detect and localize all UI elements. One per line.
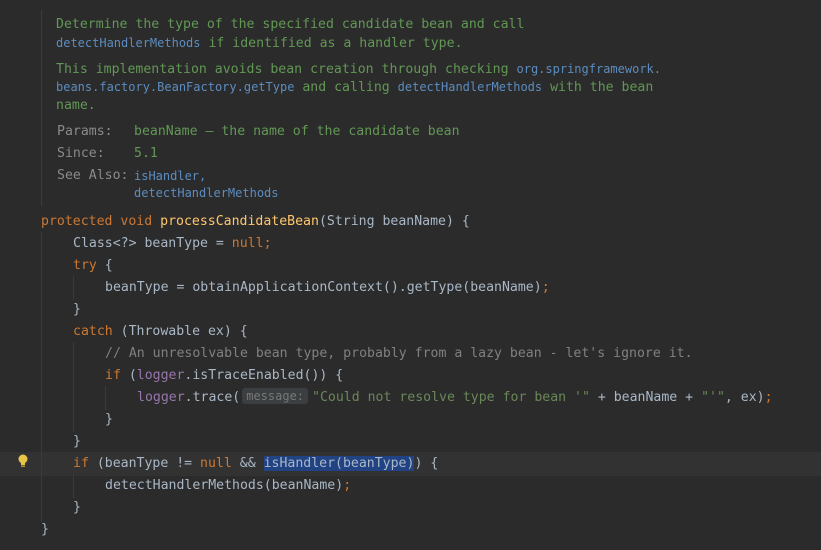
code-line[interactable]: } [73,299,81,321]
indent-guide [73,276,74,300]
code-text: && [231,456,264,471]
code-text: { [96,258,113,273]
indent-guide [73,474,74,498]
code-text: , ex) [724,390,765,405]
see-also-label: See Also: [57,168,129,183]
javadoc-block: Determine the type of the specified cand… [41,10,821,206]
semicolon: ; [343,478,352,493]
code-text: .isTraceEnabled()) { [184,368,344,383]
indent-guide [41,232,42,522]
code-line[interactable]: } [73,497,81,519]
code-text: + beanName + [589,390,702,405]
field: logger [136,368,185,383]
javadoc-line: detectHandlerMethods if identified as a … [56,36,463,51]
keyword: null [200,456,232,471]
keyword: catch [73,324,113,339]
javadoc-line: beans.factory.BeanFactory.getType and ca… [56,80,653,95]
semicolon: ; [541,280,550,295]
see-also-link-ishandler[interactable]: isHandler, [134,169,206,183]
string-literal: "'" [701,390,725,405]
code-line[interactable]: } [73,431,81,453]
code-text: (beanType != [88,456,201,471]
javadoc-line: This implementation avoids bean creation… [56,62,661,77]
method-name: processCandidateBean [160,214,319,229]
code-line[interactable]: catch (Throwable ex) { [73,321,248,343]
code-line[interactable]: try { [73,255,113,277]
lightbulb-icon[interactable] [18,454,28,467]
javadoc-link[interactable]: beans.factory.BeanFactory.getType [56,80,294,94]
since-label: Since: [57,146,105,161]
code-text: ( [120,368,137,383]
keyword: if [73,456,89,471]
code-text: beanType = obtainApplicationContext().ge… [105,280,542,295]
semicolon: ; [764,390,773,405]
keyword: try [73,258,97,273]
javadoc-line: Determine the type of the specified cand… [56,17,525,32]
semicolon: ; [263,236,272,251]
code-line[interactable]: logger.trace(message: "Could not resolve … [137,387,773,409]
parameter-hint: message: [242,388,309,404]
see-also-link-detecthandlermethods[interactable]: detectHandlerMethods [134,186,279,200]
code-line[interactable]: detectHandlerMethods(beanName); [105,475,351,497]
indent-guide [105,386,106,410]
params-label: Params: [57,124,113,139]
javadoc-line: name. [56,98,96,113]
keyword: if [105,368,121,383]
code-line-method-signature[interactable]: protected void processCandidateBean(Stri… [41,211,470,233]
code-line[interactable]: Class<?> beanType = null; [73,233,272,255]
keyword: void [120,214,153,229]
code-text: (String beanName) { [318,214,470,229]
code-line[interactable]: beanType = obtainApplicationContext().ge… [105,277,550,299]
javadoc-link[interactable]: detectHandlerMethods [56,36,201,50]
code-line[interactable]: if (logger.isTraceEnabled()) { [105,365,343,387]
params-value: beanName – the name of the candidate bea… [134,124,460,139]
code-line[interactable]: } [41,519,49,541]
selected-text[interactable]: isHandler(beanType) [263,456,415,471]
javadoc-text: and calling [294,80,398,95]
code-text: ) { [414,456,439,471]
javadoc-text: with the bean [542,80,654,95]
javadoc-link[interactable]: org.springframework. [517,62,662,76]
keyword: protected [41,214,113,229]
javadoc-text: This implementation avoids bean creation… [56,62,517,77]
field: logger [137,390,185,405]
code-text: (Throwable ex) { [112,324,248,339]
since-value: 5.1 [134,146,158,161]
code-text: .trace( [184,390,241,405]
string-literal: "Could not resolve type for bean '" [312,390,590,405]
keyword: null [231,236,264,251]
indent-guide [73,342,74,432]
javadoc-text: if identified as a handler type. [200,36,463,51]
code-text: detectHandlerMethods(beanName) [105,478,344,493]
javadoc-link[interactable]: detectHandlerMethods [398,80,543,94]
code-comment[interactable]: // An unresolvable bean type, probably f… [105,343,693,365]
code-line[interactable]: } [105,409,113,431]
code-line-current[interactable]: if (beanType != null && isHandler(beanTy… [73,453,438,475]
code-text: Class<?> beanType = [73,236,232,251]
